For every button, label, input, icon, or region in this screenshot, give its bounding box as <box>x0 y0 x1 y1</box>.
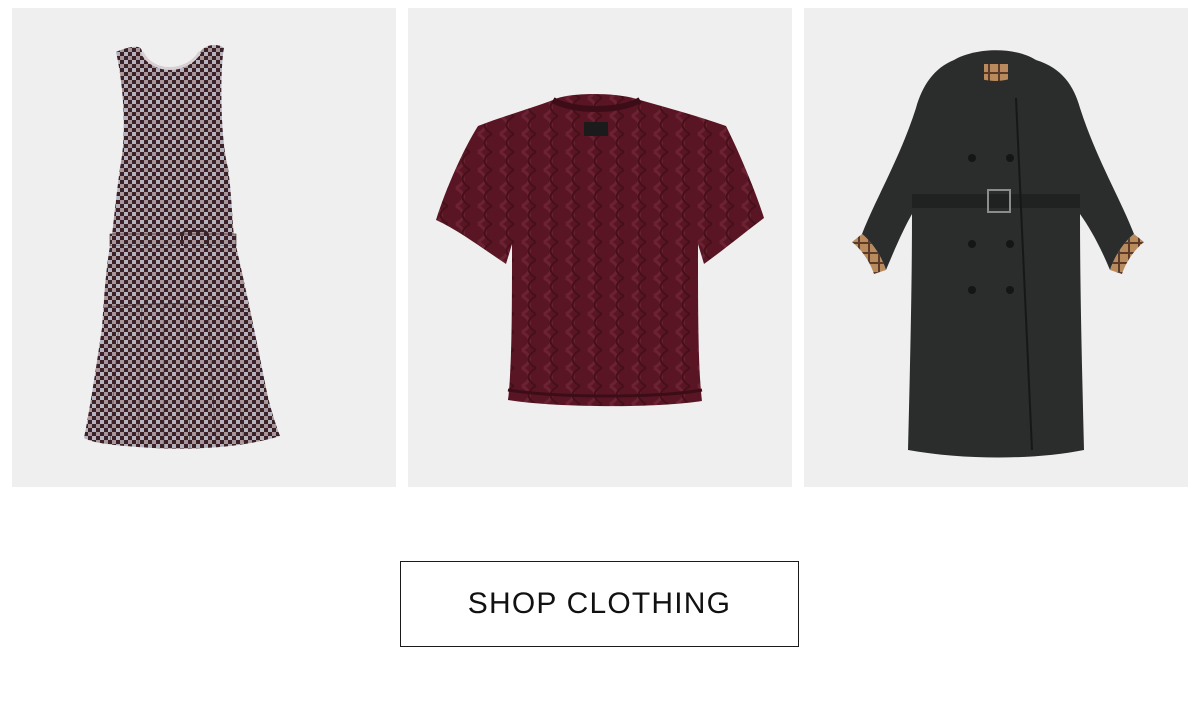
product-card-trench-coat[interactable] <box>804 8 1188 487</box>
knit-sweater-image <box>436 94 764 407</box>
product-card-knit-sweater[interactable] <box>408 8 792 487</box>
shop-clothing-button[interactable]: SHOP CLOTHING <box>400 561 799 647</box>
product-card-gingham-dress[interactable] <box>12 8 396 487</box>
gingham-dress-image <box>84 45 280 449</box>
trench-coat-image <box>852 50 1144 458</box>
